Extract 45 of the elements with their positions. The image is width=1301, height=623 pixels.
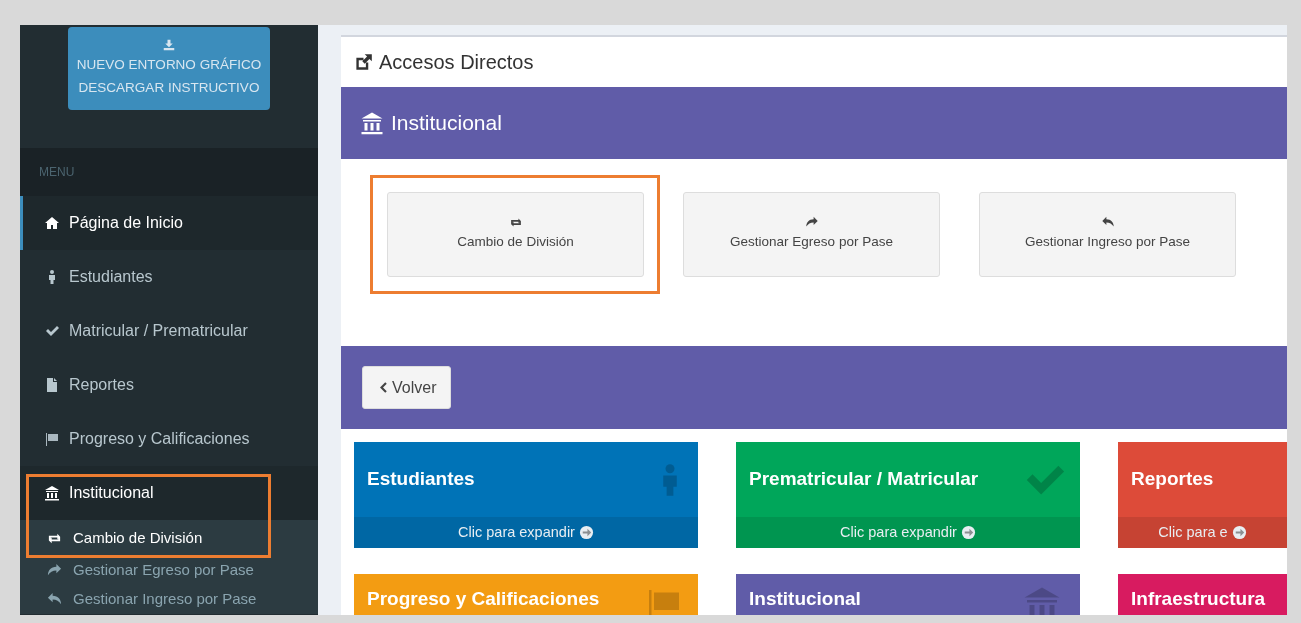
- info-tile[interactable]: Infraestructura: [1118, 574, 1287, 615]
- forward-arrow-icon: [46, 563, 63, 578]
- sidebar-item[interactable]: Estudiantes: [20, 250, 318, 304]
- download-instructions-button[interactable]: NUEVO ENTORNO GRÁFICO DESCARGAR INSTRUCTIVO: [68, 27, 270, 110]
- tile-footer-link[interactable]: Clic para e: [1118, 517, 1287, 548]
- tile-title: Progreso y Calificaciones: [367, 587, 600, 611]
- tile-footer-link[interactable]: Clic para expandir: [354, 517, 698, 548]
- arrow-circle-icon: [1231, 525, 1247, 540]
- info-tile[interactable]: Estudiantes Clic para expandir: [354, 442, 698, 548]
- chevron-left-icon: [377, 381, 389, 394]
- checkmark-icon: [44, 323, 60, 339]
- tile-title: Infraestructura: [1131, 587, 1266, 611]
- sidebar-item[interactable]: Reportes: [20, 358, 318, 412]
- tile-title: Prematricular / Matricular: [749, 467, 979, 492]
- external-link-icon: [354, 52, 373, 72]
- menu-header: MENU: [39, 164, 75, 181]
- sidebar-item[interactable]: Página de Inicio: [20, 196, 318, 250]
- tile-title: Institucional: [749, 587, 861, 611]
- submenu-item[interactable]: Cambio de División: [20, 520, 318, 556]
- shortcut-button[interactable]: Cambio de División: [387, 192, 644, 277]
- submenu-item[interactable]: Gestionar Egreso por Pase: [20, 556, 318, 585]
- document-icon: [44, 377, 60, 393]
- flag-icon: [44, 431, 60, 447]
- sidebar-item[interactable]: Progreso y Calificaciones: [20, 412, 318, 466]
- reply-arrow-icon: [46, 592, 63, 607]
- arrow-circle-icon: [960, 525, 976, 540]
- download-icon: [163, 38, 175, 51]
- tile-title: Reportes: [1131, 467, 1214, 492]
- back-button[interactable]: Volver: [362, 366, 452, 409]
- info-tile[interactable]: Reportes Clic para e: [1118, 442, 1287, 548]
- tile-footer-link[interactable]: Clic para expandir: [736, 517, 1080, 548]
- section-header: Institucional: [341, 87, 1287, 159]
- tile-title: Estudiantes: [367, 467, 475, 492]
- info-tile[interactable]: Prematricular / Matricular Clic para expandir: [736, 442, 1080, 548]
- bank-icon: [359, 111, 385, 135]
- home-icon: [44, 215, 60, 231]
- shortcut-button[interactable]: Gestionar Egreso por Pase: [683, 192, 940, 277]
- shortcut-button[interactable]: Gestionar Ingreso por Pase: [979, 192, 1236, 277]
- bank-icon: [44, 485, 60, 501]
- panel-title: Accesos Directos: [379, 50, 534, 75]
- sidebar-item[interactable]: Matricular / Prematricular: [20, 304, 318, 358]
- info-tile[interactable]: Institucional: [736, 574, 1080, 615]
- arrow-circle-icon: [578, 525, 594, 540]
- submenu-item[interactable]: Gestionar Ingreso por Pase: [20, 585, 318, 614]
- sidebar-item[interactable]: Institucional: [20, 466, 318, 520]
